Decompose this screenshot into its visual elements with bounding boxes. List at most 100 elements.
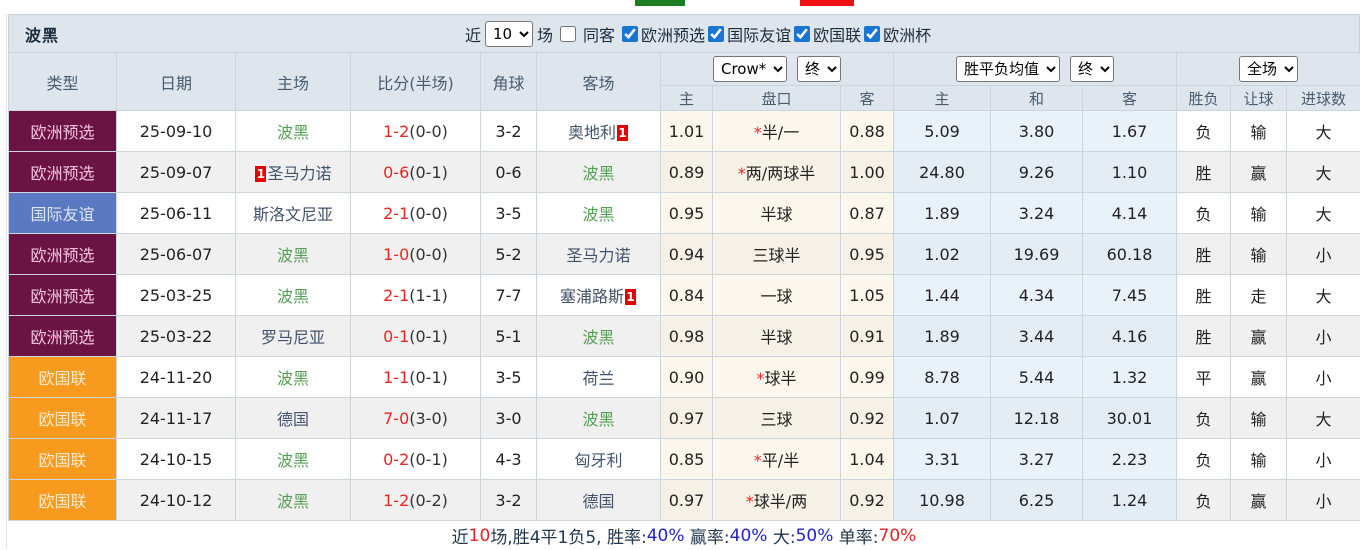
green-button-fragment[interactable] (635, 0, 685, 6)
league-checkbox[interactable] (794, 26, 810, 42)
matches-table: 类型 日期 主场 比分(半场) 角球 客场 Crow* 终 胜平负均值 终 (8, 52, 1360, 521)
avg-away-cell: 1.32 (1083, 357, 1177, 398)
home-team-cell: 波黑 (236, 439, 351, 480)
goals-cell: 小 (1287, 439, 1360, 480)
summary-segment: 40% (730, 526, 768, 546)
corner-cell: 3-2 (481, 111, 537, 152)
type-badge: 欧洲预选 (9, 152, 117, 193)
date-cell: 25-06-11 (117, 193, 236, 234)
result-cell: 负 (1177, 111, 1231, 152)
home-odds-cell: 0.84 (661, 275, 713, 316)
league-checkbox[interactable] (864, 26, 880, 42)
away-team-cell: 波黑 (537, 193, 661, 234)
handicap-cell: 三球 (713, 398, 841, 439)
avg-time-select[interactable]: 终 (1070, 56, 1114, 82)
score-cell: 2-1(0-0) (351, 193, 481, 234)
score-cell: 0-2(0-1) (351, 439, 481, 480)
table-row: 欧国联24-10-15波黑0-2(0-1)4-3匈牙利0.85*平/半1.043… (9, 439, 1360, 480)
handicap-star: * (756, 369, 764, 388)
col-handicap: 盘口 (713, 86, 841, 111)
handicap-star: * (754, 123, 762, 142)
goals-cell: 大 (1287, 398, 1360, 439)
home-odds-cell: 0.95 (661, 193, 713, 234)
goals-cell: 大 (1287, 152, 1360, 193)
home-odds-cell: 0.94 (661, 234, 713, 275)
goals-cell: 大 (1287, 275, 1360, 316)
table-row: 欧国联24-10-12波黑1-2(0-2)3-2德国0.97*球半/两0.921… (9, 480, 1360, 521)
team-name: 波黑 (277, 451, 309, 470)
handicap-result-cell: 走 (1231, 275, 1287, 316)
handicap-cell: 半球 (713, 316, 841, 357)
handicap-cell: *半/一 (713, 111, 841, 152)
league-label: 欧洲预选 (641, 22, 705, 46)
red-button-fragment[interactable] (800, 0, 854, 6)
league-checkbox[interactable] (708, 26, 724, 42)
home-team-cell: 罗马尼亚 (236, 316, 351, 357)
result-cell: 胜 (1177, 275, 1231, 316)
league-filter-item: 欧洲预选 (619, 22, 705, 46)
same-guest-label: 同客 (583, 22, 615, 46)
team-name: 斯洛文尼亚 (253, 205, 333, 224)
avg-draw-cell: 6.25 (991, 480, 1083, 521)
away-team-cell: 匈牙利 (537, 439, 661, 480)
avg-away-cell: 30.01 (1083, 398, 1177, 439)
bookmaker-select[interactable]: Crow* (713, 56, 787, 82)
goals-cell: 大 (1287, 193, 1360, 234)
away-odds-cell: 0.92 (841, 480, 894, 521)
type-badge: 欧洲预选 (9, 111, 117, 152)
away-team-cell: 荷兰 (537, 357, 661, 398)
goals-cell: 小 (1287, 234, 1360, 275)
team-name: 匈牙利 (574, 451, 622, 470)
avg-home-cell: 1.89 (894, 193, 991, 234)
avg-draw-cell: 4.34 (991, 275, 1083, 316)
same-guest-checkbox[interactable] (560, 26, 576, 42)
handicap-cell: 三球半 (713, 234, 841, 275)
avg-select[interactable]: 胜平负均值 (956, 56, 1060, 82)
score-cell: 7-0(3-0) (351, 398, 481, 439)
home-team-cell: 波黑 (236, 234, 351, 275)
score-cell: 1-0(0-0) (351, 234, 481, 275)
away-odds-cell: 0.95 (841, 234, 894, 275)
result-cell: 负 (1177, 193, 1231, 234)
home-team-cell: 波黑 (236, 275, 351, 316)
avg-draw-cell: 12.18 (991, 398, 1083, 439)
result-cell: 平 (1177, 357, 1231, 398)
away-team-cell: 波黑 (537, 316, 661, 357)
team-name: 波黑 (582, 410, 614, 429)
result-cell: 胜 (1177, 316, 1231, 357)
home-odds-cell: 0.97 (661, 398, 713, 439)
away-team-cell: 圣马力诺 (537, 234, 661, 275)
avg-away-cell: 4.16 (1083, 316, 1177, 357)
odds-select-group: Crow* 终 (661, 53, 894, 86)
date-cell: 24-10-15 (117, 439, 236, 480)
type-badge: 国际友谊 (9, 193, 117, 234)
team-name: 波黑 (582, 205, 614, 224)
col-date: 日期 (117, 53, 236, 111)
result-cell: 负 (1177, 398, 1231, 439)
handicap-result-cell: 输 (1231, 193, 1287, 234)
table-row: 欧洲预选25-06-07波黑1-0(0-0)5-2圣马力诺0.94三球半0.95… (9, 234, 1360, 275)
date-cell: 25-03-22 (117, 316, 236, 357)
league-filters: 欧洲预选国际友谊欧国联欧洲杯 (619, 22, 931, 46)
recent-count-select[interactable]: 10 (485, 21, 533, 47)
score-cell: 0-6(0-1) (351, 152, 481, 193)
handicap-cell: *平/半 (713, 439, 841, 480)
team-name: 波黑 (582, 328, 614, 347)
away-team-cell: 波黑 (537, 152, 661, 193)
games-label: 场 (537, 22, 553, 46)
league-checkbox[interactable] (622, 26, 638, 42)
home-odds-cell: 0.90 (661, 357, 713, 398)
scope-select[interactable]: 全场 (1239, 56, 1298, 82)
avg-away-cell: 7.45 (1083, 275, 1177, 316)
away-team-cell: 波黑 (537, 398, 661, 439)
away-odds-cell: 1.04 (841, 439, 894, 480)
handicap-result-cell: 输 (1231, 398, 1287, 439)
away-odds-cell: 0.88 (841, 111, 894, 152)
team-name: 奥地利 (568, 123, 616, 142)
avg-away-cell: 1.10 (1083, 152, 1177, 193)
avg-home-cell: 10.98 (894, 480, 991, 521)
bookmaker-time-select[interactable]: 终 (797, 56, 841, 82)
date-cell: 25-03-25 (117, 275, 236, 316)
date-cell: 24-10-12 (117, 480, 236, 521)
avg-away-cell: 60.18 (1083, 234, 1177, 275)
